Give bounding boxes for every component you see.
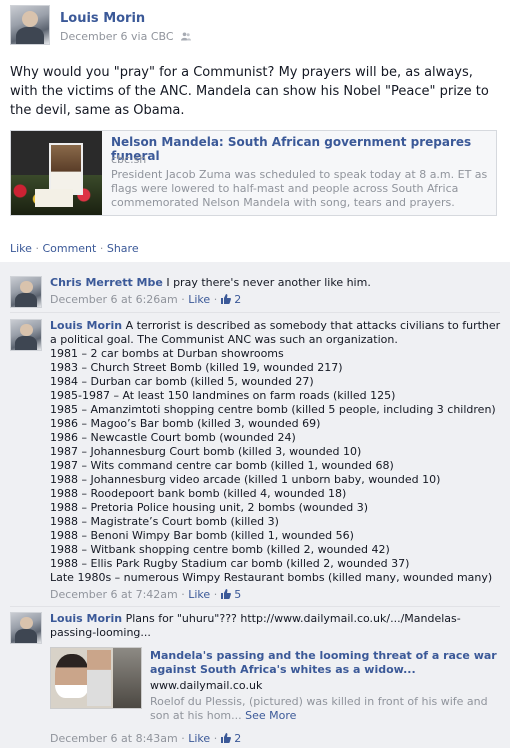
- post-text: Why would you "pray" for a Communist? My…: [10, 65, 489, 118]
- comment-button[interactable]: Comment: [42, 242, 96, 255]
- attack-list-item: 1986 – Magoo’s Bar bomb (killed 3, wound…: [50, 417, 321, 430]
- attack-list-item: 1987 – Johannesburg Court bomb (killed 3…: [50, 445, 362, 458]
- commenter-avatar[interactable]: [10, 319, 42, 351]
- comment-meta: December 6 at 8:43am · Like · 2: [50, 732, 242, 745]
- commenter-avatar[interactable]: [10, 612, 42, 644]
- shared-link-domain: www.dailymail.co.uk: [150, 679, 263, 692]
- shared-link-card[interactable]: Mandela's passing and the looming threat…: [50, 647, 502, 729]
- comment-like-button[interactable]: Like: [188, 293, 210, 306]
- shared-link-card[interactable]: Nelson Mandela: South African government…: [10, 130, 497, 216]
- comment-date[interactable]: December 6 at 8:43am: [50, 732, 178, 745]
- attack-list-item: 1988 – Johannesburg video arcade (killed…: [50, 473, 441, 486]
- commenter-avatar[interactable]: [10, 276, 42, 308]
- attack-list-item: 1988 – Roodepoort bank bomb (killed 4, w…: [50, 487, 347, 500]
- post-author-name[interactable]: Louis Morin: [60, 11, 145, 26]
- shared-link-thumbnail[interactable]: [11, 131, 102, 215]
- comments-section: Chris Merrett Mbe I pray there's never a…: [0, 262, 510, 748]
- separator: ·: [99, 242, 104, 255]
- share-button[interactable]: Share: [107, 242, 139, 255]
- like-button[interactable]: Like: [10, 242, 32, 255]
- post: Louis Morin December 6 via CBC Why would…: [0, 0, 510, 255]
- comment-meta: December 6 at 6:26am · Like · 2: [50, 293, 242, 306]
- thumbs-up-icon: [220, 589, 231, 599]
- comment-text: I pray there's never another like him.: [166, 276, 371, 289]
- comment-date[interactable]: December 6 at 6:26am: [50, 293, 178, 306]
- attack-list-item: 1988 – Ellis Park Rugby Stadium car bomb…: [50, 557, 410, 570]
- shared-link-description: President Jacob Zuma was scheduled to sp…: [111, 168, 488, 209]
- comment-body: Chris Merrett Mbe I pray there's never a…: [50, 276, 502, 290]
- attack-list-item: 1988 – Benoni Wimpy Bar bomb (killed 1, …: [50, 529, 354, 542]
- separator: ·: [35, 242, 39, 255]
- attack-list-item: 1984 – Durban car bomb (killed 5, wounde…: [50, 375, 314, 388]
- post-meta: December 6 via CBC: [60, 30, 192, 43]
- comment-body: Louis Morin Plans for "uhuru"??? http://…: [50, 612, 502, 640]
- attack-list-item: 1988 – Pretoria Police housing unit, 2 b…: [50, 501, 369, 514]
- comment-like-count[interactable]: 2: [234, 732, 241, 745]
- see-more-link[interactable]: See More: [245, 709, 296, 722]
- attack-list-item: 1988 – Witbank shopping centre bomb (kil…: [50, 543, 390, 556]
- comment-like-button[interactable]: Like: [188, 588, 210, 601]
- post-date[interactable]: December 6 via CBC: [60, 30, 174, 43]
- post-actions: Like · Comment · Share: [10, 242, 139, 255]
- comment-like-button[interactable]: Like: [188, 732, 210, 745]
- attack-list-item: 1985 – Amanzimtoti shopping centre bomb …: [50, 403, 496, 416]
- attack-list-item: 1985-1987 – At least 150 landmines on fa…: [50, 389, 396, 402]
- comment-body: Louis Morin A terrorist is described as …: [50, 319, 502, 585]
- comment-like-count[interactable]: 5: [234, 588, 241, 601]
- shared-link-title[interactable]: Mandela's passing and the looming threat…: [150, 649, 500, 677]
- thumbs-up-icon: [220, 294, 231, 304]
- shared-link-title[interactable]: Nelson Mandela: South African government…: [111, 135, 496, 163]
- attack-list-item: 1988 – Magistrate’s Court bomb (killed 3…: [50, 515, 279, 528]
- author-avatar[interactable]: [10, 5, 50, 45]
- shared-link-description-text: Roelof du Plessis, (pictured) was killed…: [150, 695, 488, 722]
- shared-link-description: Roelof du Plessis, (pictured) was killed…: [150, 695, 500, 723]
- comment-meta: December 6 at 7:42am · Like · 5: [50, 588, 242, 601]
- comment-like-count[interactable]: 2: [234, 293, 241, 306]
- attack-list-item: Late 1980s – numerous Wimpy Restaurant b…: [50, 571, 493, 584]
- attack-list-item: 1986 – Newcastle Court bomb (wounded 24): [50, 431, 296, 444]
- commenter-name[interactable]: Louis Morin: [50, 612, 122, 625]
- shared-link-thumbnail[interactable]: [50, 647, 142, 709]
- attack-list-item: 1983 – Church Street Bomb (killed 19, wo…: [50, 361, 343, 374]
- attack-list-item: 1987 – Wits command centre car bomb (kil…: [50, 459, 394, 472]
- thumbs-up-icon: [220, 733, 231, 743]
- shared-link-domain: cbc.sh: [111, 153, 147, 166]
- friends-icon: [181, 31, 192, 41]
- divider: [10, 606, 500, 607]
- divider: [10, 312, 500, 313]
- comment-date[interactable]: December 6 at 7:42am: [50, 588, 178, 601]
- attack-list-item: 1981 – 2 car bombs at Durban showrooms: [50, 347, 284, 360]
- commenter-name[interactable]: Louis Morin: [50, 319, 122, 332]
- commenter-name[interactable]: Chris Merrett Mbe: [50, 276, 163, 289]
